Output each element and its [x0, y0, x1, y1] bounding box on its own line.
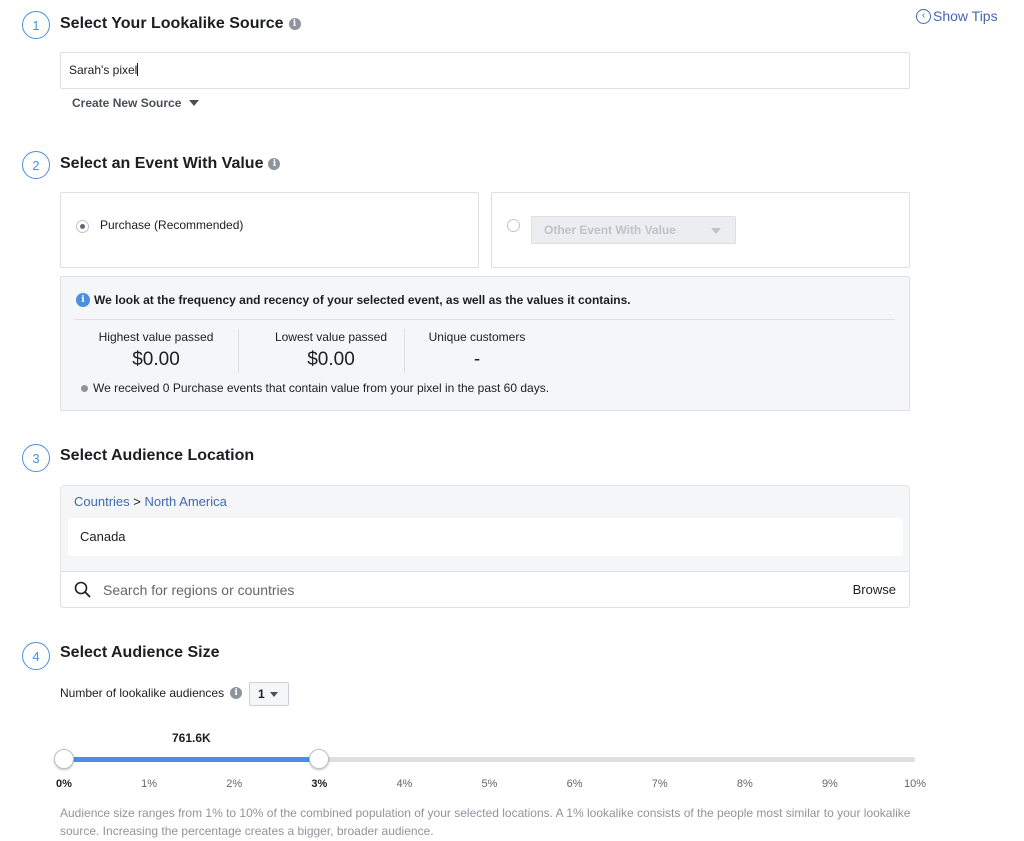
- breadcrumb-countries[interactable]: Countries: [74, 494, 130, 509]
- stat-highest-value: Highest value passed $0.00: [76, 330, 236, 371]
- info-icon[interactable]: i: [230, 687, 243, 699]
- purchase-radio[interactable]: [76, 220, 89, 233]
- info-icon[interactable]: i: [268, 158, 281, 170]
- source-value: Sarah's pixel: [69, 63, 138, 77]
- stats-note: We received 0 Purchase events that conta…: [81, 381, 549, 395]
- slider-tick-label: 7%: [651, 778, 668, 790]
- step-3-number: 3: [22, 444, 50, 472]
- location-search-input[interactable]: [101, 579, 801, 601]
- browse-button[interactable]: Browse: [853, 582, 896, 597]
- stat-label: Highest value passed: [98, 330, 214, 344]
- text-cursor: [137, 63, 139, 76]
- stats-note-text: We received 0 Purchase events that conta…: [93, 381, 550, 395]
- other-event-select-label: Other Event With Value: [544, 223, 676, 237]
- caret-down-icon: [189, 100, 200, 106]
- step-4-title: Select Audience Size: [60, 644, 220, 661]
- location-search-bar: Browse: [60, 571, 910, 608]
- lookalike-source-input[interactable]: Sarah's pixel: [60, 52, 910, 89]
- slider-reach-value: 761.6K: [172, 731, 211, 745]
- search-icon: [74, 581, 91, 603]
- stat-value: $0.00: [307, 349, 355, 370]
- purchase-option-card[interactable]: Purchase (Recommended): [60, 192, 479, 268]
- chevron-left-icon: ‹: [916, 8, 931, 24]
- audience-size-footnote: Audience size ranges from 1% to 10% of t…: [60, 806, 911, 838]
- create-new-source-label: Create New Source: [72, 96, 182, 110]
- stats-info-header: i We look at the frequency and recency o…: [76, 293, 631, 307]
- slider-tick-label: 3%: [311, 778, 328, 790]
- slider-tick-label: 2%: [226, 778, 243, 790]
- breadcrumb-north-america[interactable]: North America: [144, 494, 226, 509]
- info-icon: i: [76, 293, 90, 307]
- slider-tick-label: 10%: [903, 778, 927, 790]
- slider-selected-range: [64, 757, 320, 762]
- caret-down-icon: [711, 228, 721, 234]
- audience-location-panel: Countries > North America Canada Browse: [60, 485, 910, 608]
- audience-size-slider-track[interactable]: [64, 757, 915, 762]
- step-1-number: 1: [22, 11, 50, 39]
- slider-tick-label: 1%: [141, 778, 158, 790]
- stat-value: $0.00: [132, 349, 180, 370]
- slider-tick-label: 8%: [736, 778, 753, 790]
- show-tips-label: Show Tips: [933, 8, 998, 24]
- num-audiences-label: Number of lookalike audiences: [60, 686, 225, 700]
- divider: [75, 319, 895, 320]
- step-2-heading: Select an Event With Value i: [60, 155, 281, 173]
- step-2-title: Select an Event With Value: [60, 155, 264, 172]
- num-audiences-select[interactable]: 1: [249, 682, 289, 706]
- breadcrumb-separator: >: [133, 494, 141, 509]
- step-1-title: Select Your Lookalike Source: [60, 15, 284, 32]
- divider: [238, 329, 239, 373]
- status-dot-icon: [81, 384, 88, 392]
- stat-label: Unique customers: [428, 330, 526, 344]
- show-tips-link[interactable]: ‹ Show Tips: [916, 8, 998, 24]
- slider-tick-label: 4%: [396, 778, 413, 790]
- slider-tick-label: 9%: [821, 778, 838, 790]
- stats-info-text: We look at the frequency and recency of …: [94, 293, 631, 307]
- step-1-heading: Select Your Lookalike Source i: [60, 15, 301, 33]
- info-icon[interactable]: i: [288, 18, 301, 30]
- other-event-radio[interactable]: [507, 219, 520, 232]
- stat-value: -: [473, 349, 481, 370]
- caret-down-icon: [269, 691, 278, 697]
- breadcrumb: Countries > North America: [74, 494, 227, 509]
- selected-location-label: Canada: [80, 529, 126, 544]
- slider-end-handle[interactable]: [309, 749, 330, 769]
- purchase-option-label: Purchase (Recommended): [100, 218, 244, 232]
- step-2-number: 2: [22, 151, 50, 179]
- stat-unique-customers: Unique customers -: [397, 330, 557, 371]
- num-audiences-label-wrap: Number of lookalike audiences i: [60, 686, 243, 700]
- num-audiences-value: 1: [258, 687, 265, 701]
- step-3-title: Select Audience Location: [60, 447, 255, 464]
- step-4-number: 4: [22, 642, 50, 670]
- slider-tick-label: 0%: [56, 778, 72, 790]
- selected-location-item[interactable]: Canada: [68, 518, 903, 556]
- event-stats-panel: i We look at the frequency and recency o…: [60, 276, 910, 411]
- create-new-source-dropdown[interactable]: Create New Source: [72, 96, 200, 110]
- stat-label: Lowest value passed: [274, 330, 388, 344]
- slider-tick-label: 6%: [566, 778, 583, 790]
- stat-lowest-value: Lowest value passed $0.00: [251, 330, 411, 371]
- slider-start-handle[interactable]: [54, 749, 74, 769]
- slider-tick-label: 5%: [481, 778, 498, 790]
- other-event-select: Other Event With Value: [531, 216, 736, 244]
